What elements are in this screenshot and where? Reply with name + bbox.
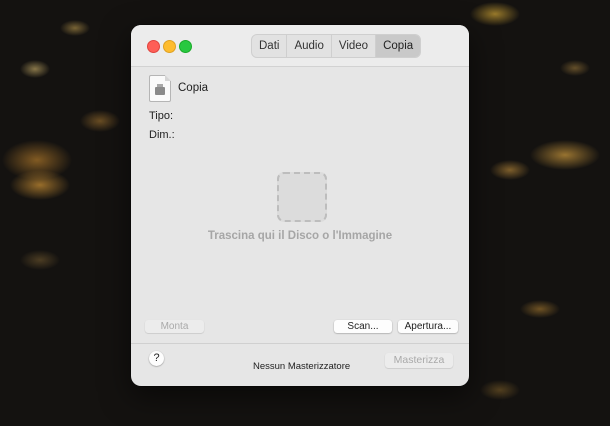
app-window: Dati Audio Video Copia Copia Tipo: Dim.:…: [131, 25, 469, 386]
city-light: [80, 110, 120, 132]
tab-video[interactable]: Video: [332, 35, 377, 57]
open-button[interactable]: Apertura...: [398, 320, 458, 333]
help-button[interactable]: ?: [149, 351, 164, 366]
minimize-button[interactable]: [163, 40, 176, 53]
drop-zone-text: Trascina qui il Disco o l'Immagine: [207, 230, 393, 242]
scan-button[interactable]: Scan...: [334, 320, 392, 333]
city-light: [470, 2, 520, 26]
tab-copia[interactable]: Copia: [376, 35, 421, 57]
city-light: [20, 250, 60, 270]
tab-bar: Dati Audio Video Copia: [251, 34, 422, 58]
divider: [131, 343, 469, 344]
zoom-button[interactable]: [179, 40, 192, 53]
city-light: [20, 60, 50, 78]
city-light: [520, 300, 560, 318]
file-name: Copia: [178, 82, 209, 94]
size-label: Dim.:: [149, 129, 175, 141]
city-light: [560, 60, 590, 76]
city-light: [60, 20, 90, 36]
tab-audio[interactable]: Audio: [287, 35, 332, 57]
title-bar: Dati Audio Video Copia: [131, 25, 469, 67]
burn-button[interactable]: Masterizza: [385, 353, 453, 368]
type-label: Tipo:: [149, 110, 174, 122]
disk-image-icon: [149, 75, 171, 102]
burner-status: Nessun Masterizzatore: [253, 361, 351, 372]
city-light: [490, 160, 530, 180]
close-button[interactable]: [147, 40, 160, 53]
tab-dati[interactable]: Dati: [252, 35, 288, 57]
drop-zone[interactable]: [277, 172, 327, 222]
city-light: [10, 170, 70, 200]
city-light: [530, 140, 600, 170]
city-light: [480, 380, 520, 400]
mount-button[interactable]: Monta: [145, 320, 204, 333]
